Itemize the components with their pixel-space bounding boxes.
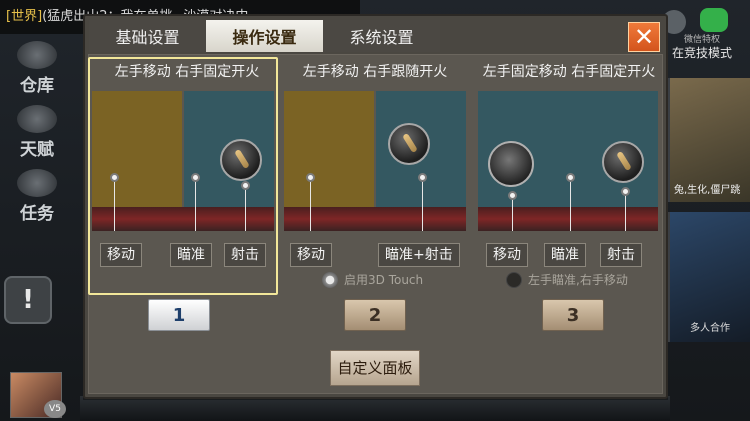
tab-basic-settings[interactable]: 基础设置 [89,20,206,52]
radio-on-icon[interactable] [322,271,338,288]
callout-line [512,200,513,231]
layout-preview [478,91,658,231]
layout-preview [284,91,466,231]
mode-card-coop[interactable]: 多人合作 [668,212,750,342]
menu-item-warehouse[interactable]: 仓库 [0,38,74,102]
aim-anchor-dot [191,173,200,182]
preview-ground [92,207,274,231]
layout-title: 左手移动 右手跟随开火 [302,64,448,80]
layout-preview [92,91,274,231]
label-fire: 射击 [600,243,642,267]
callout-line [422,182,423,231]
callout-line [310,182,311,231]
left-menu: 仓库 天赋 任务 [0,38,74,230]
preview-ground [478,207,658,231]
mode-card-label: 多人合作 [690,323,730,334]
callout-line [114,182,115,231]
label-aim: 瞄准 [170,243,212,267]
mode-hint-text: 在竞技模式 [672,46,733,60]
mission-icon [17,169,57,197]
warehouse-icon [17,41,57,69]
layout-title: 左手固定移动 右手固定开火 [482,64,656,80]
alert-button[interactable]: ! [4,276,52,324]
joystick-icon [488,141,534,187]
menu-item-mission[interactable]: 任务 [0,166,74,230]
radio-off-icon[interactable] [506,271,522,288]
aim-anchor-dot [566,173,575,182]
option-3d-touch[interactable]: 启用3D Touch [322,271,423,288]
move-zone [284,91,374,207]
callout-line [195,182,196,231]
label-aim: 瞄准 [544,243,586,267]
label-fire: 射击 [224,243,266,267]
layout-1-button[interactable]: 1 [148,299,210,331]
callout-line [570,182,571,231]
layout-title: 左手移动 右手固定开火 [114,64,260,80]
option-swap-hands[interactable]: 左手瞄准,右手移动 [506,271,628,288]
control-layout-2[interactable]: 左手移动 右手跟随开火 移动 瞄准+射击 启用3D Touch [282,57,468,290]
menu-item-label: 天赋 [20,140,54,160]
control-layout-1[interactable]: 左手移动 右手固定开火 移动 瞄准 射击 [92,57,280,290]
mode-card-zombie[interactable]: 兔,生化,僵尸跳 [668,78,750,202]
callout-line [245,190,246,231]
callout-line [625,196,626,231]
layout-2-button[interactable]: 2 [344,299,406,331]
fire-button-icon [388,123,430,165]
fire-anchor-dot [621,187,630,196]
tab-control-settings[interactable]: 操作设置 [206,20,323,52]
preview-ground [284,207,466,231]
move-anchor-dot [508,191,517,200]
custom-panel-button[interactable]: 自定义面板 [330,350,420,386]
label-aim-fire: 瞄准+射击 [378,243,460,267]
control-layout-3[interactable]: 左手固定移动 右手固定开火 移动 瞄准 射击 左手瞄准,右手移动 [476,57,662,290]
fire-button-icon [602,141,644,183]
move-zone [92,91,182,207]
menu-item-label: 仓库 [20,76,54,96]
label-move: 移动 [100,243,142,267]
fire-anchor-dot [241,181,250,190]
fire-button-icon [220,139,262,181]
label-move: 移动 [486,243,528,267]
wechat-icon[interactable] [700,8,728,32]
menu-item-label: 任务 [20,204,54,224]
aim-fire-anchor-dot [418,173,427,182]
close-button[interactable]: ✕ [628,22,660,52]
layout-3-button[interactable]: 3 [542,299,604,331]
top-right-icons: 微信特权 [660,6,750,45]
move-anchor-dot [306,173,315,182]
move-anchor-dot [110,173,119,182]
settings-tabs: 基础设置 操作设置 系统设置 [89,20,440,52]
menu-item-talent[interactable]: 天赋 [0,102,74,166]
mode-card-label: 兔,生化,僵尸跳 [674,185,741,196]
chat-channel-tag: [世界] [6,9,43,24]
talent-icon [17,105,57,133]
tab-system-settings[interactable]: 系统设置 [323,20,440,52]
label-move: 移动 [290,243,332,267]
option-label: 启用3D Touch [344,273,424,287]
option-label: 左手瞄准,右手移动 [528,273,628,287]
vip-badge: V5 [44,400,66,418]
